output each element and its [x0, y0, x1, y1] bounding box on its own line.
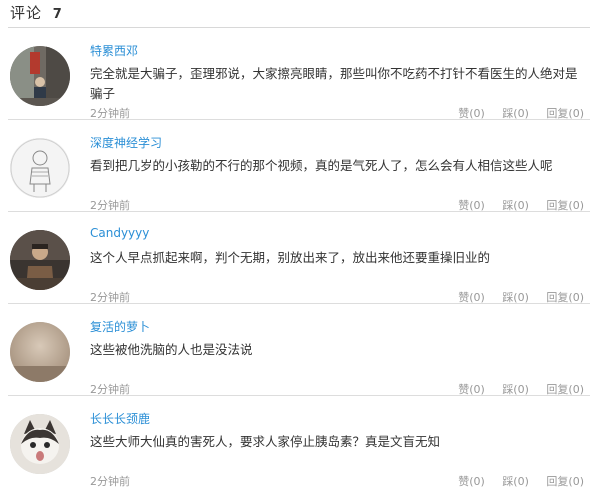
comment-text: 这个人早点抓起来啊，判个无期，别放出来了，放出来他还要重操旧业的	[90, 250, 491, 265]
comment-text: 这些被他洗脑的人也是没法说	[90, 342, 253, 357]
comment-text: 这些大师大仙真的害死人，要求人家停止胰岛素？真是文盲无知	[90, 434, 441, 449]
reply-button[interactable]: 回复(0)	[546, 475, 584, 488]
comment-actions: 赞(0) 踩(0) 回复(0)	[444, 289, 584, 305]
avatar[interactable]	[10, 138, 70, 198]
comments-title: 评论	[10, 4, 43, 22]
dislike-button[interactable]: 踩(0)	[502, 475, 529, 488]
comment-actions: 赞(0) 踩(0) 回复(0)	[444, 197, 584, 213]
comment-time: 2分钟前	[90, 475, 130, 488]
comment-text: 完全就是大骗子，歪理邪说，大家擦亮眼睛，那些叫你不吃药不打针不看医生的人绝对是骗…	[90, 66, 578, 101]
like-button[interactable]: 赞(0)	[458, 475, 485, 488]
avatar[interactable]	[10, 230, 70, 290]
like-button[interactable]: 赞(0)	[458, 291, 485, 304]
comment-username[interactable]: Candyyyy	[90, 226, 149, 240]
comment-time: 2分钟前	[90, 291, 130, 304]
reply-button[interactable]: 回复(0)	[546, 291, 584, 304]
comment-item: 深度神经学习 看到把几岁的小孩勒的不行的那个视频，真的是气死人了，怎么会有人相信…	[8, 120, 590, 212]
avatar-sketch-figure	[10, 138, 70, 198]
dislike-button[interactable]: 踩(0)	[502, 199, 529, 212]
comment-username[interactable]: 特累西邓	[90, 42, 138, 59]
comment-actions: 赞(0) 踩(0) 回复(0)	[444, 381, 584, 397]
reply-button[interactable]: 回复(0)	[546, 383, 584, 396]
dislike-button[interactable]: 踩(0)	[502, 107, 529, 120]
avatar[interactable]	[10, 414, 70, 474]
avatar[interactable]	[10, 322, 70, 382]
avatar-photo-cat	[10, 414, 70, 474]
comment-item: Candyyyy 这个人早点抓起来啊，判个无期，别放出来了，放出来他还要重操旧业…	[8, 212, 590, 304]
comment-username[interactable]: 深度神经学习	[90, 134, 162, 151]
comments-count: 7	[52, 7, 62, 22]
reply-button[interactable]: 回复(0)	[546, 199, 584, 212]
avatar-photo-blur	[10, 322, 70, 382]
comment-username[interactable]: 复活的萝卜	[90, 318, 150, 335]
avatar-photo-street	[10, 46, 70, 106]
comment-list: 特累西邓 完全就是大骗子，歪理邪说，大家擦亮眼睛，那些叫你不吃药不打针不看医生的…	[0, 28, 604, 489]
dislike-button[interactable]: 踩(0)	[502, 383, 529, 396]
avatar-photo-person	[10, 230, 70, 290]
dislike-button[interactable]: 踩(0)	[502, 291, 529, 304]
comment-item: 长长长颈鹿 这些大师大仙真的害死人，要求人家停止胰岛素？真是文盲无知 2分钟前 …	[8, 396, 590, 489]
comments-header: 评论 7	[10, 2, 62, 24]
comment-actions: 赞(0) 踩(0) 回复(0)	[444, 105, 584, 121]
comment-actions: 赞(0) 踩(0) 回复(0)	[444, 473, 584, 489]
comment-item: 特累西邓 完全就是大骗子，歪理邪说，大家擦亮眼睛，那些叫你不吃药不打针不看医生的…	[8, 28, 590, 120]
avatar[interactable]	[10, 46, 70, 106]
reply-button[interactable]: 回复(0)	[546, 107, 584, 120]
comment-time: 2分钟前	[90, 107, 130, 120]
like-button[interactable]: 赞(0)	[458, 107, 485, 120]
like-button[interactable]: 赞(0)	[458, 199, 485, 212]
like-button[interactable]: 赞(0)	[458, 383, 485, 396]
comment-username[interactable]: 长长长颈鹿	[90, 410, 150, 427]
comment-time: 2分钟前	[90, 199, 130, 212]
comment-text: 看到把几岁的小孩勒的不行的那个视频，真的是气死人了，怎么会有人相信这些人呢	[90, 158, 553, 173]
comment-item: 复活的萝卜 这些被他洗脑的人也是没法说 2分钟前 赞(0) 踩(0) 回复(0)	[8, 304, 590, 396]
comment-time: 2分钟前	[90, 383, 130, 396]
